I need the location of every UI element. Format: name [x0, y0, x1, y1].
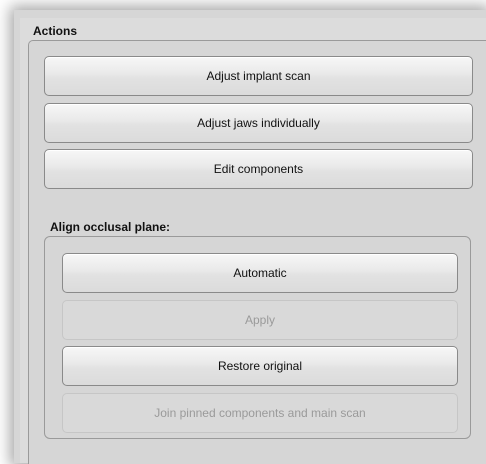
edit-components-button[interactable]: Edit components [44, 149, 473, 189]
apply-button[interactable]: Apply [62, 300, 458, 340]
align-occlusal-plane-title: Align occlusal plane: [50, 220, 171, 234]
automatic-button[interactable]: Automatic [62, 253, 458, 293]
actions-panel-title: Actions [33, 24, 78, 38]
join-pinned-components-button[interactable]: Join pinned components and main scan [62, 393, 458, 433]
adjust-implant-scan-button[interactable]: Adjust implant scan [44, 56, 473, 96]
adjust-jaws-individually-button[interactable]: Adjust jaws individually [44, 103, 473, 143]
restore-original-button[interactable]: Restore original [62, 346, 458, 386]
